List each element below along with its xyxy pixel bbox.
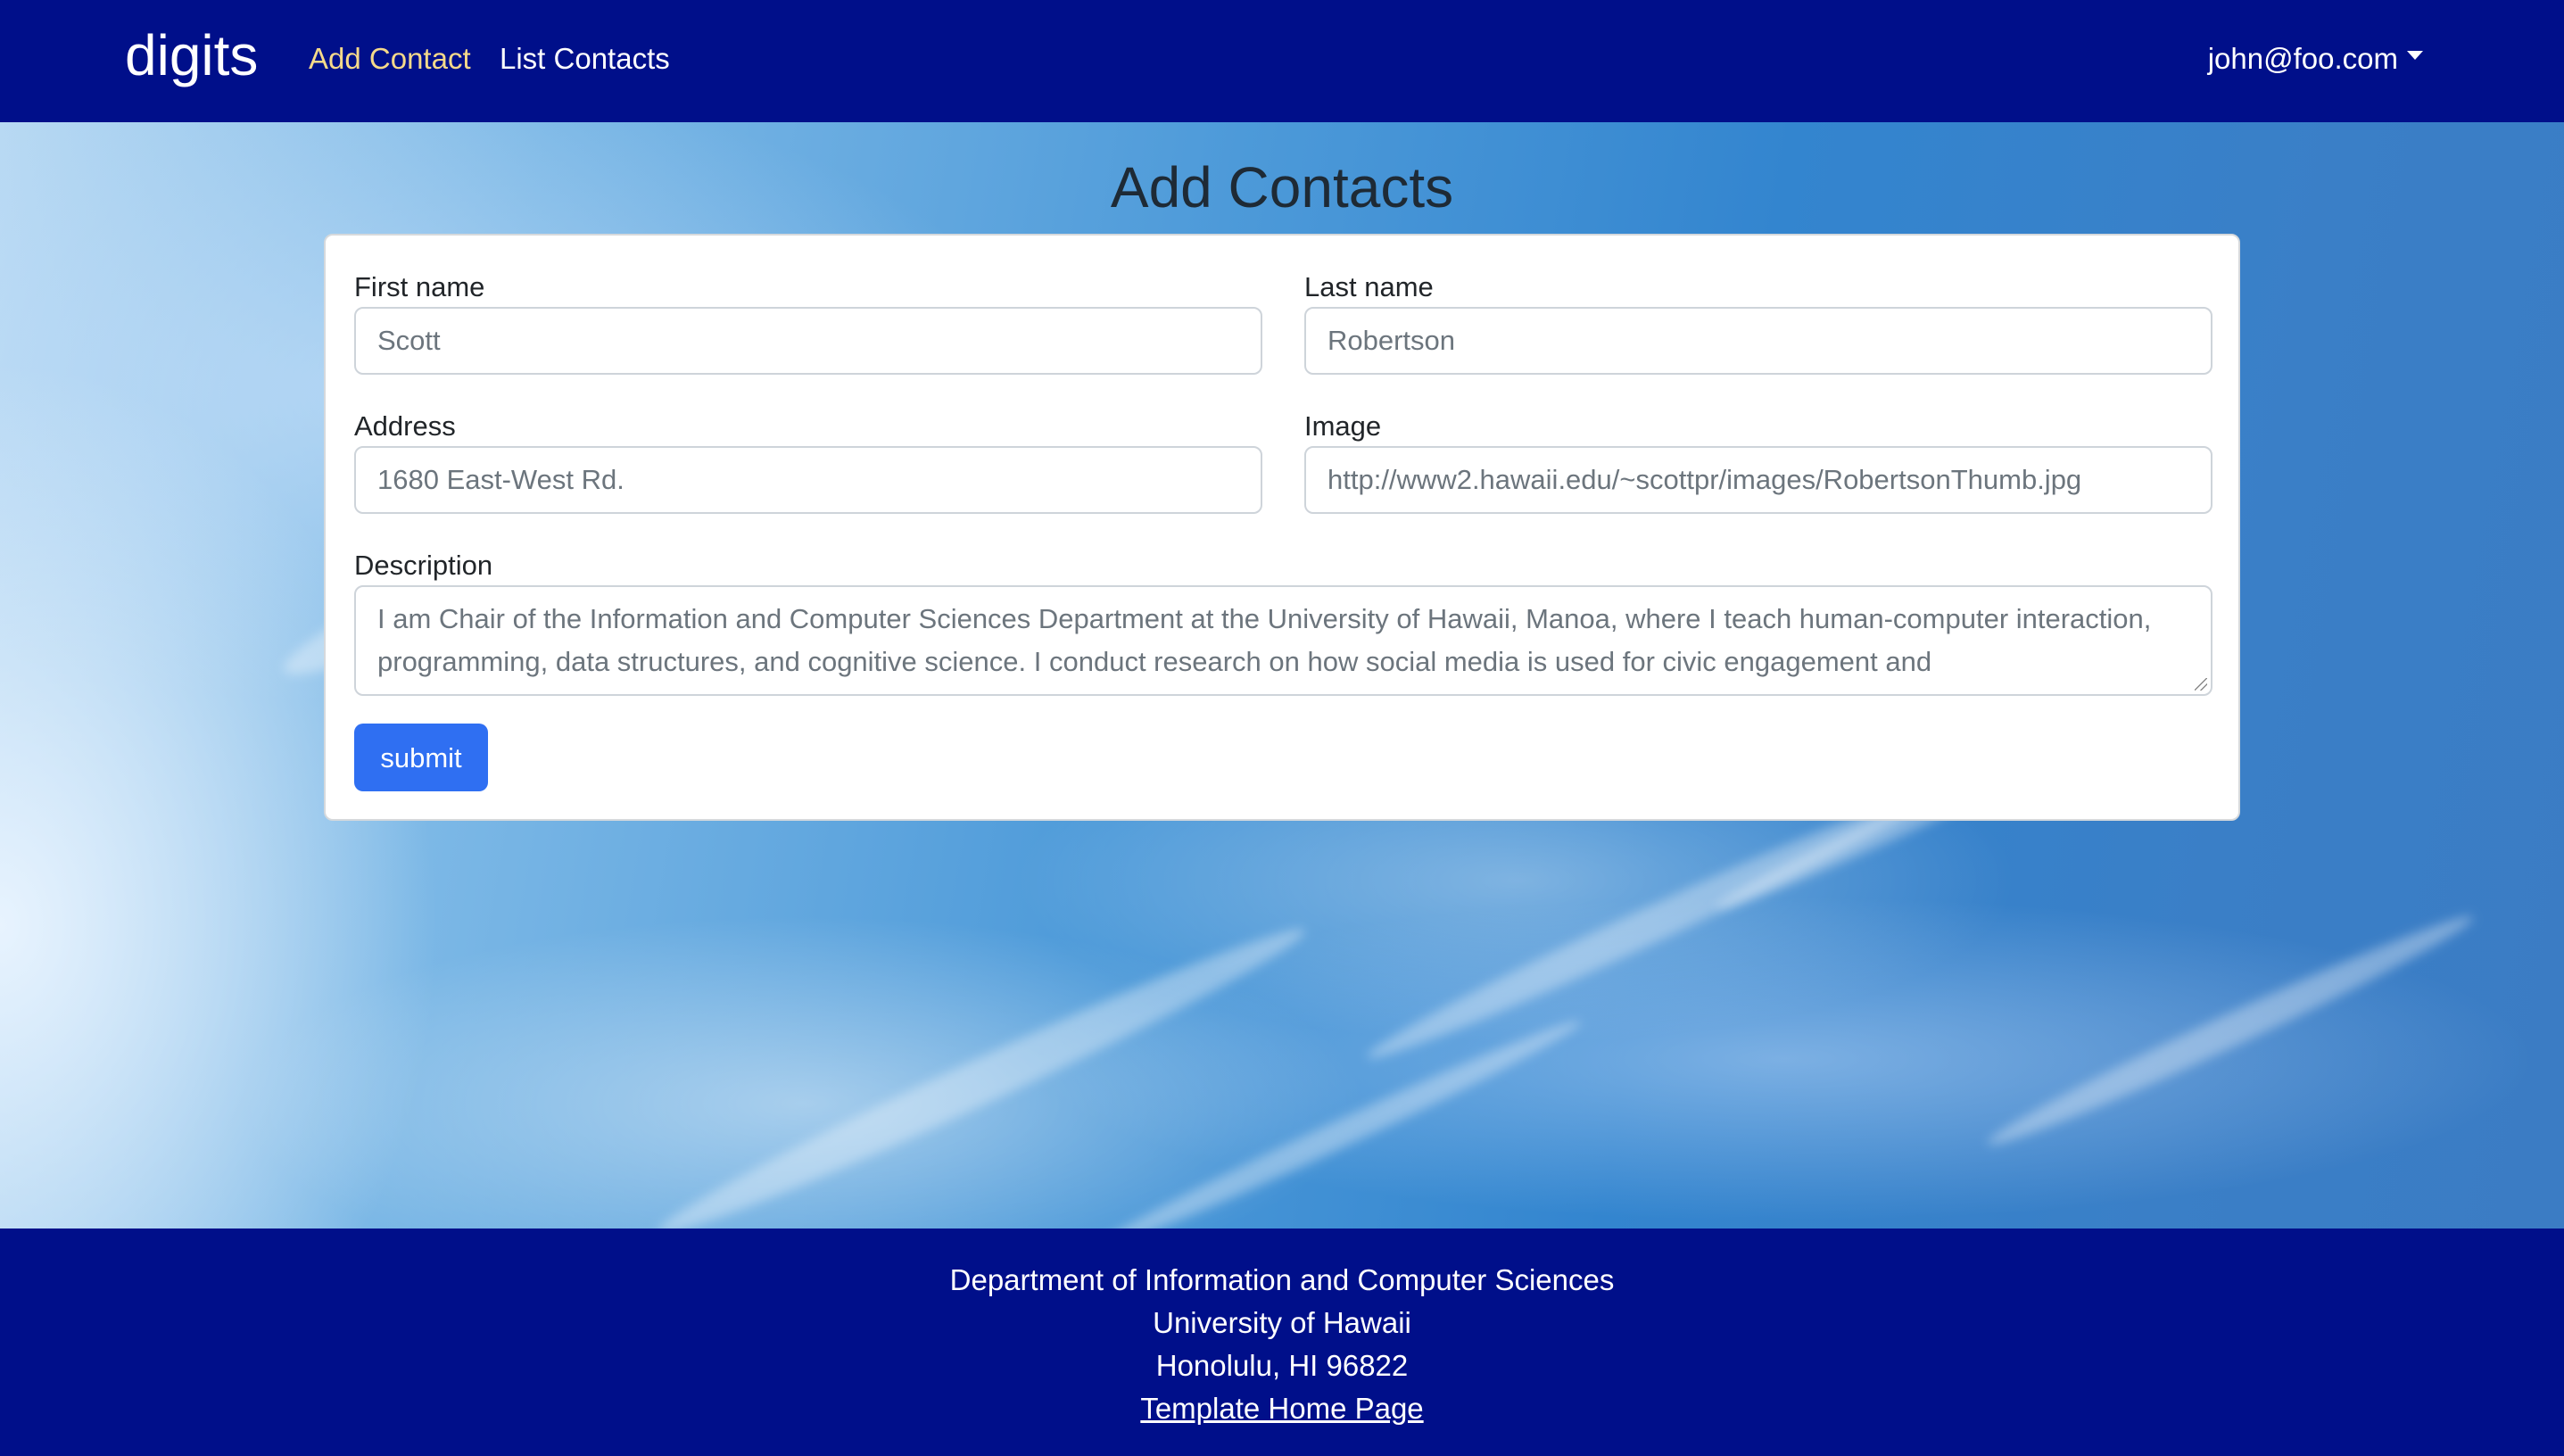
template-home-link[interactable]: Template Home Page bbox=[1140, 1392, 1423, 1425]
last-name-input[interactable]: Robertson bbox=[1304, 307, 2212, 375]
footer-university: University of Hawaii bbox=[1153, 1306, 1411, 1339]
nav-add-contact[interactable]: Add Contact bbox=[309, 37, 471, 80]
description-text: I am Chair of the Information and Comput… bbox=[377, 603, 2152, 677]
add-contact-form: First name Scott Last name Robertson Add… bbox=[324, 234, 2240, 821]
image-input[interactable]: http://www2.hawaii.edu/~scottpr/images/R… bbox=[1304, 446, 2212, 514]
footer-link-row: Template Home Page bbox=[0, 1387, 2564, 1430]
page-title: Add Contacts bbox=[1110, 155, 1454, 219]
navbar: digits Add Contact List Contacts john@fo… bbox=[0, 0, 2564, 122]
footer: Department of Information and Computer S… bbox=[0, 1228, 2564, 1456]
brand-logo[interactable]: digits bbox=[125, 20, 258, 91]
footer-address: Honolulu, HI 96822 bbox=[1155, 1349, 1409, 1382]
address-input[interactable]: 1680 East-West Rd. bbox=[354, 446, 1262, 514]
footer-department: Department of Information and Computer S… bbox=[949, 1263, 1615, 1296]
caret-down-icon bbox=[2407, 51, 2423, 60]
description-label: Description bbox=[354, 550, 493, 581]
submit-button[interactable]: submit bbox=[354, 724, 488, 791]
user-dropdown[interactable]: john@foo.com bbox=[2208, 37, 2423, 80]
image-label: Image bbox=[1304, 410, 1382, 442]
last-name-label: Last name bbox=[1304, 271, 1434, 302]
first-name-input[interactable]: Scott bbox=[354, 307, 1262, 375]
description-textarea[interactable]: I am Chair of the Information and Comput… bbox=[354, 585, 2212, 696]
resize-handle-icon[interactable] bbox=[2195, 678, 2207, 691]
user-email: john@foo.com bbox=[2207, 42, 2398, 75]
address-label: Address bbox=[354, 410, 456, 442]
first-name-label: First name bbox=[354, 271, 485, 302]
nav-list-contacts[interactable]: List Contacts bbox=[500, 37, 670, 80]
